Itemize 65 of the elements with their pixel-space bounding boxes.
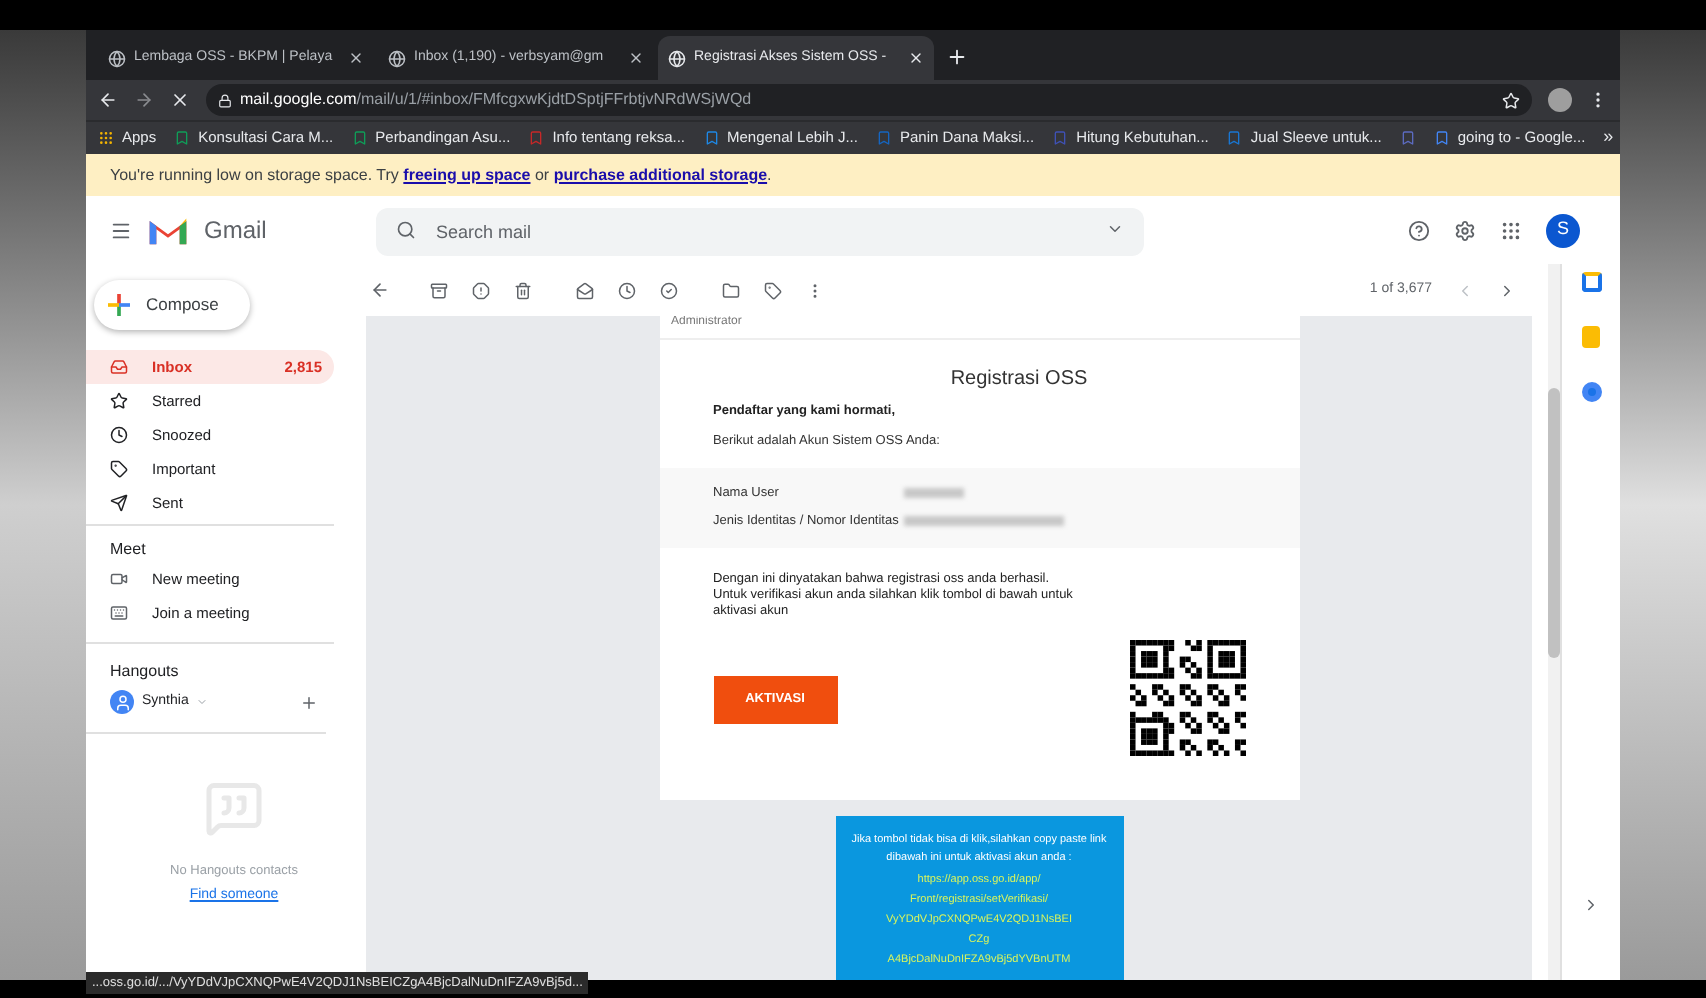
help-icon[interactable] [1408, 219, 1430, 241]
envelope-icon[interactable] [576, 281, 594, 299]
avatar-silhouette-icon [110, 690, 134, 714]
site-icon [388, 49, 406, 67]
gmail-wordmark: Gmail [204, 214, 269, 248]
clock-icon [110, 426, 128, 444]
search-icon [396, 220, 416, 240]
bookmark-icon [875, 130, 892, 146]
tag-icon[interactable] [764, 281, 782, 299]
freeing-space-link[interactable]: freeing up space [403, 165, 531, 183]
stop-icon[interactable] [170, 90, 190, 110]
qr-code-drawing [1129, 639, 1245, 755]
bookmark-icon [1226, 130, 1243, 146]
next-icon[interactable] [1498, 281, 1516, 299]
video-camera-icon [110, 570, 128, 588]
new-tab-icon[interactable] [946, 46, 968, 68]
redacted-value [903, 488, 963, 498]
alert-icon[interactable] [472, 281, 490, 299]
section-heading: Hangouts [108, 660, 181, 684]
storage-warning: You're running low on storage space. Try freeing up space or purchase additional storage. [110, 163, 772, 187]
keyboard-icon [110, 604, 128, 622]
back-icon[interactable] [98, 90, 118, 110]
bookmark-icon [174, 130, 191, 146]
bookmark-star-icon[interactable] [1502, 91, 1520, 109]
calendar-icon[interactable] [1581, 272, 1601, 292]
archive-icon[interactable] [430, 281, 448, 299]
settings-icon[interactable] [1454, 219, 1476, 241]
section-heading: Meet [108, 538, 148, 562]
menu-icon[interactable] [110, 219, 132, 241]
bookmark-icon [351, 130, 368, 146]
gmail-logo-icon [148, 215, 188, 245]
bookmark-icon [1052, 130, 1069, 146]
close-icon[interactable] [348, 50, 364, 66]
address-field[interactable]: mail.google.com/mail/u/1/#inbox/FMfcgxwKjdtDSptjFFrbtjvNRdWSjWQd [206, 84, 1532, 116]
send-icon [110, 494, 128, 512]
email-title: Registrasi OSS [950, 366, 1088, 394]
site-icon [108, 49, 126, 67]
site-icon [668, 49, 686, 67]
back-icon[interactable] [370, 280, 390, 300]
lock-icon [218, 93, 232, 107]
search-field[interactable]: Search mail [376, 208, 1144, 256]
inbox-icon [110, 358, 128, 376]
bookmark-icon [703, 130, 719, 146]
folder-icon[interactable] [722, 281, 740, 299]
compose-button[interactable]: Compose [94, 280, 250, 330]
apps-grid-icon [98, 130, 114, 146]
close-icon[interactable] [628, 50, 644, 66]
apps-grid-icon[interactable] [1500, 219, 1522, 241]
scrollbar-thumb[interactable] [1548, 388, 1560, 658]
bookmark-icon [528, 130, 545, 146]
clock-icon[interactable] [618, 281, 636, 299]
purchase-storage-link[interactable]: purchase additional storage [553, 165, 768, 183]
plus-icon[interactable] [300, 693, 318, 711]
forward-icon[interactable] [134, 90, 154, 110]
caret-icon[interactable] [1106, 220, 1124, 238]
account-avatar[interactable]: S [1546, 213, 1580, 247]
expand-icon[interactable] [1582, 896, 1600, 914]
tag-icon [110, 460, 128, 478]
url-text: mail.google.com/mail/u/1/#inbox/FMfcgxwKjdtDSptjFFrbtjvNRdWSjWQd [240, 88, 752, 112]
plus-icon [108, 294, 130, 316]
trash-icon[interactable] [514, 281, 532, 299]
profile-avatar[interactable] [1548, 88, 1572, 112]
more-bookmarks[interactable]: » [1603, 124, 1614, 152]
bookmark-item[interactable] [1399, 130, 1416, 146]
star-icon [110, 392, 128, 410]
